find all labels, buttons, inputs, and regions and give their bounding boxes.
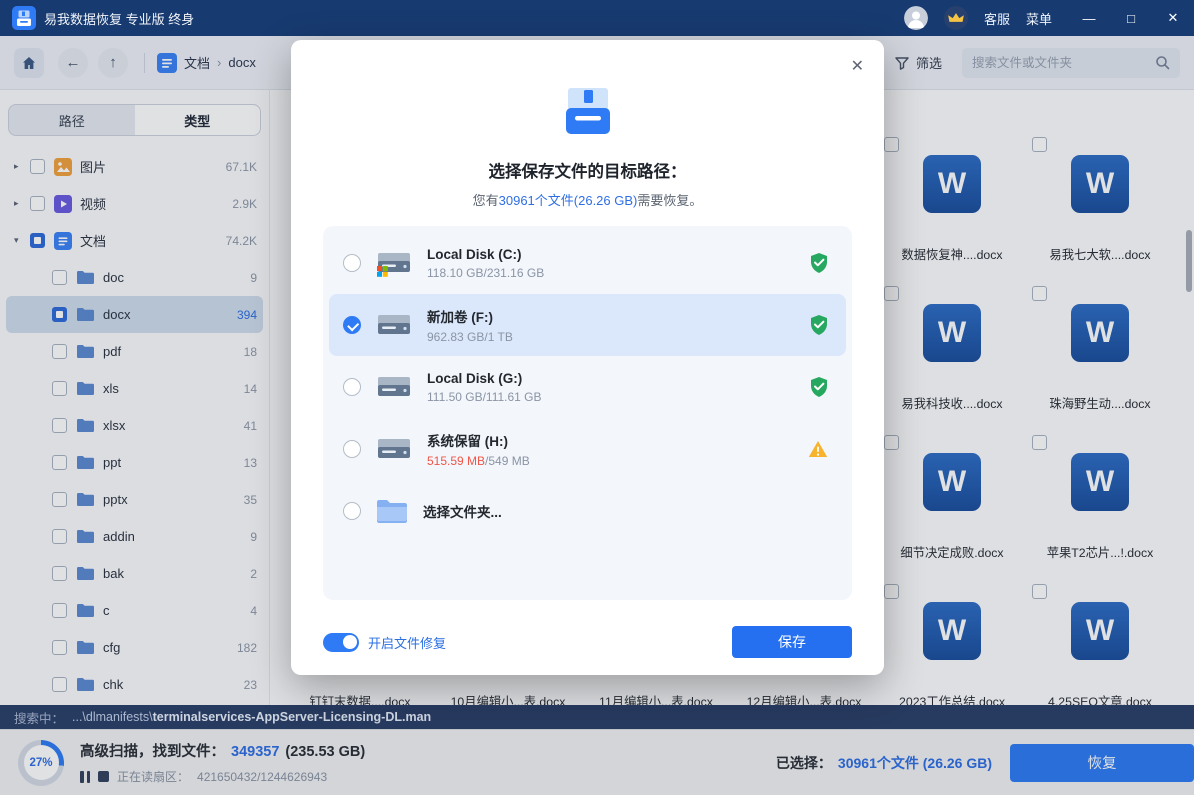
radio-unchecked[interactable] [343,378,361,396]
save-button[interactable]: 保存 [732,626,852,658]
support-link[interactable]: 客服 [984,9,1010,28]
shield-check-icon [810,315,828,335]
drive-name: Local Disk (C:) [427,247,796,262]
minimize-button[interactable]: — [1068,0,1110,36]
disk-drive-icon [375,310,413,340]
floppy-disk-icon [559,82,617,145]
window-controls: — □ ✕ [1068,0,1194,36]
drive-option-f[interactable]: 新加卷 (F:) 962.83 GB/1 TB [329,294,846,356]
close-window-button[interactable]: ✕ [1152,0,1194,36]
drive-name: 新加卷 (F:) [427,306,796,326]
drive-option-g[interactable]: Local Disk (G:) 111.50 GB/111.61 GB [329,356,846,418]
disk-drive-icon [375,434,413,464]
save-path-dialog: ✕ 选择保存文件的目标路径： 您有30961个文件(26.26 GB)需要恢复。… [291,40,884,675]
dialog-footer: 开启文件修复 保存 [323,626,852,658]
shield-check-icon [810,377,828,397]
dialog-close-button[interactable]: ✕ [847,52,868,80]
shield-check-icon [810,253,828,273]
choose-folder-label: 选择文件夹... [423,501,828,521]
app-logo-icon [12,6,36,30]
disk-drive-icon [375,372,413,402]
radio-unchecked[interactable] [343,254,361,272]
drive-size: 118.10 GB/231.16 GB [427,266,796,280]
maximize-button[interactable]: □ [1110,0,1152,36]
drive-name: 系统保留 (H:) [427,430,794,450]
folder-icon [375,498,409,525]
drive-size: 515.59 MB/549 MB [427,454,794,468]
repair-label: 开启文件修复 [368,633,446,652]
drive-option-h[interactable]: 系统保留 (H:) 515.59 MB/549 MB [329,418,846,480]
choose-folder-option[interactable]: 选择文件夹... [329,480,846,542]
app-title: 易我数据恢复 专业版 终身 [44,9,194,28]
drive-list: Local Disk (C:) 118.10 GB/231.16 GB 新加卷 … [323,226,852,600]
dialog-subtitle: 您有30961个文件(26.26 GB)需要恢复。 [291,190,884,209]
toggle-on-switch[interactable] [323,633,359,652]
disk-drive-windows-icon [375,248,413,278]
radio-checked[interactable] [343,316,361,334]
drive-name: Local Disk (G:) [427,371,796,386]
titlebar: 易我数据恢复 专业版 终身 客服 菜单 — □ ✕ [0,0,1194,36]
menu-button[interactable]: 菜单 [1026,9,1052,28]
radio-unchecked[interactable] [343,502,361,520]
drive-option-c[interactable]: Local Disk (C:) 118.10 GB/231.16 GB [329,232,846,294]
warning-icon [808,440,828,458]
drive-size: 962.83 GB/1 TB [427,330,796,344]
dialog-title: 选择保存文件的目标路径： [291,158,884,182]
radio-unchecked[interactable] [343,440,361,458]
avatar[interactable] [904,6,928,30]
repair-toggle-group[interactable]: 开启文件修复 [323,633,446,652]
drive-size: 111.50 GB/111.61 GB [427,390,796,404]
vip-badge-icon[interactable] [944,6,968,30]
app-window: 易我数据恢复 专业版 终身 客服 菜单 — □ ✕ ← ↑ [0,0,1194,795]
